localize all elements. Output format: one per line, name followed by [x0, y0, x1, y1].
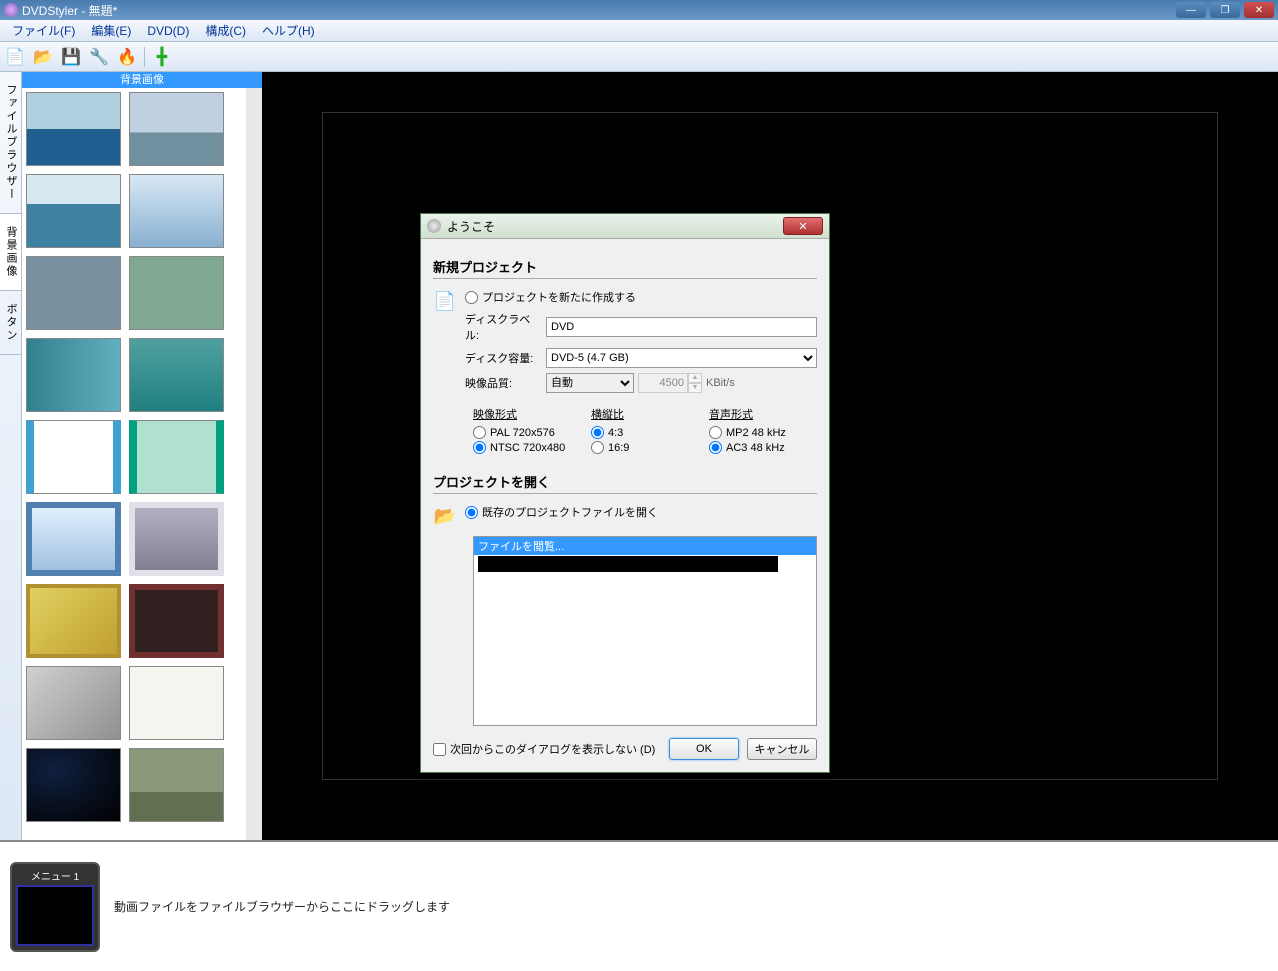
radio-ac3[interactable] [709, 441, 722, 454]
menu-thumbnail-preview [16, 885, 94, 946]
menu-thumbnail[interactable]: メニュー 1 [10, 862, 100, 952]
radio-new-label: プロジェクトを新たに作成する [482, 289, 636, 305]
radio-pal-label: PAL 720x576 [490, 427, 555, 439]
radio-43-label: 4:3 [608, 427, 623, 439]
scrollbar[interactable] [246, 88, 262, 840]
window-titlebar: DVDStyler - 無題* — ❐ ✕ [0, 0, 1278, 20]
radio-mp2-label: MP2 48 kHz [726, 427, 786, 439]
bg-thumb[interactable] [129, 748, 224, 822]
minimize-button[interactable]: — [1176, 2, 1206, 18]
bg-thumb[interactable] [26, 338, 121, 412]
drag-hint: 動画ファイルをファイルブラウザーからここにドラッグします [114, 898, 450, 915]
thumbnails-header: 背景画像 [22, 72, 262, 88]
welcome-dialog: ようこそ ✕ 新規プロジェクト 📄 プロジェクトを新たに作成する ディスクラベル… [420, 213, 830, 773]
disc-capacity-label: ディスク容量: [465, 350, 540, 366]
disc-label-input[interactable] [546, 317, 817, 337]
radio-new-project[interactable] [465, 291, 478, 304]
bg-thumb[interactable] [26, 420, 121, 494]
video-quality-select[interactable]: 自動 [546, 373, 634, 393]
menu-edit[interactable]: 編集(E) [83, 20, 139, 41]
new-icon[interactable]: 📄 [4, 46, 26, 68]
project-file-list[interactable]: ファイルを閲覧... [473, 536, 817, 726]
background-thumbnails-panel: 背景画像 [22, 72, 262, 840]
dont-show-label: 次回からこのダイアログを表示しない (D) [450, 741, 655, 757]
bitrate-input[interactable] [638, 373, 688, 393]
toolbar-separator [144, 47, 145, 67]
bg-thumb[interactable] [129, 584, 224, 658]
tab-filebrowser[interactable]: ファイルブラウザー [0, 72, 21, 214]
dialog-title: ようこそ [447, 218, 495, 235]
bg-thumb[interactable] [26, 502, 121, 576]
bitrate-unit: KBit/s [706, 377, 735, 389]
timeline: メニュー 1 動画ファイルをファイルブラウザーからここにドラッグします [0, 840, 1278, 971]
audio-heading: 音声形式 [709, 406, 817, 422]
bg-thumb[interactable] [129, 666, 224, 740]
open-icon[interactable]: 📂 [32, 46, 54, 68]
burn-icon[interactable]: 🔥 [116, 46, 138, 68]
radio-ac3-label: AC3 48 kHz [726, 442, 785, 454]
bg-thumb[interactable] [129, 256, 224, 330]
menu-help[interactable]: ヘルプ(H) [254, 20, 323, 41]
add-icon[interactable]: ╋ [151, 46, 173, 68]
bg-thumb[interactable] [26, 666, 121, 740]
video-format-heading: 映像形式 [473, 406, 581, 422]
aspect-heading: 横縦比 [591, 406, 699, 422]
dialog-titlebar[interactable]: ようこそ ✕ [421, 214, 829, 239]
dont-show-checkbox[interactable] [433, 743, 446, 756]
disc-label-label: ディスクラベル: [465, 311, 540, 343]
radio-43[interactable] [591, 426, 604, 439]
open-project-icon: 📂 [433, 504, 457, 528]
menu-file[interactable]: ファイル(F) [4, 20, 83, 41]
recent-file-row[interactable] [478, 556, 778, 572]
radio-ntsc[interactable] [473, 441, 486, 454]
window-close-button[interactable]: ✕ [1244, 2, 1274, 18]
bg-thumb[interactable] [26, 256, 121, 330]
radio-169[interactable] [591, 441, 604, 454]
thumbnails-list[interactable] [22, 88, 246, 840]
disc-capacity-select[interactable]: DVD-5 (4.7 GB) [546, 348, 817, 368]
radio-open-label: 既存のプロジェクトファイルを開く [482, 504, 658, 520]
browse-row[interactable]: ファイルを閲覧... [474, 537, 816, 555]
side-tabs: ファイルブラウザー 背景画像 ボタン [0, 72, 22, 840]
dialog-icon [427, 219, 441, 233]
video-quality-label: 映像品質: [465, 375, 540, 391]
settings-icon[interactable]: 🔧 [88, 46, 110, 68]
cancel-button[interactable]: キャンセル [747, 738, 817, 760]
radio-169-label: 16:9 [608, 442, 629, 454]
bg-thumb[interactable] [129, 420, 224, 494]
ok-button[interactable]: OK [669, 738, 739, 760]
menu-thumbnail-label: メニュー 1 [16, 868, 94, 883]
radio-ntsc-label: NTSC 720x480 [490, 442, 565, 454]
window-title: DVDStyler - 無題* [22, 2, 1176, 19]
bg-thumb[interactable] [129, 174, 224, 248]
bg-thumb[interactable] [26, 174, 121, 248]
save-icon[interactable]: 💾 [60, 46, 82, 68]
radio-open-project[interactable] [465, 506, 478, 519]
menu-dvd[interactable]: DVD(D) [139, 22, 197, 40]
new-project-icon: 📄 [433, 289, 457, 313]
bg-thumb[interactable] [26, 584, 121, 658]
new-project-heading: 新規プロジェクト [433, 257, 817, 279]
open-project-heading: プロジェクトを開く [433, 472, 817, 494]
menu-config[interactable]: 構成(C) [197, 20, 254, 41]
bg-thumb[interactable] [26, 92, 121, 166]
bg-thumb[interactable] [129, 92, 224, 166]
bg-thumb[interactable] [26, 748, 121, 822]
radio-mp2[interactable] [709, 426, 722, 439]
bg-thumb[interactable] [129, 502, 224, 576]
toolbar: 📄 📂 💾 🔧 🔥 ╋ [0, 42, 1278, 72]
bg-thumb[interactable] [129, 338, 224, 412]
bitrate-spinner[interactable]: ▲▼ [688, 373, 702, 393]
menu-bar: ファイル(F) 編集(E) DVD(D) 構成(C) ヘルプ(H) [0, 20, 1278, 42]
dialog-close-button[interactable]: ✕ [783, 217, 823, 235]
tab-backgrounds[interactable]: 背景画像 [0, 214, 21, 291]
app-icon [4, 3, 18, 17]
tab-buttons[interactable]: ボタン [0, 291, 21, 355]
radio-pal[interactable] [473, 426, 486, 439]
maximize-button[interactable]: ❐ [1210, 2, 1240, 18]
